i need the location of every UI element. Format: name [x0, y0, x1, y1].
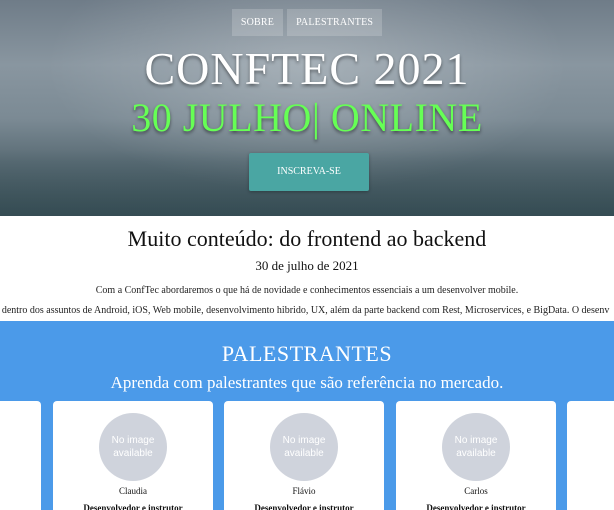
avatar-placeholder-icon: No image available — [99, 413, 167, 481]
intro-paragraph: Com a ConfTec abordaremos o que há de no… — [95, 285, 519, 296]
speaker-name: Flávio — [292, 486, 316, 496]
speakers-subtitle: Aprenda com palestrantes que são referên… — [110, 373, 504, 392]
hero-banner: SOBRE PALESTRANTES CONFTEC 2021 30 JULHO… — [0, 0, 614, 216]
register-button[interactable]: INSCREVA-SE — [249, 153, 369, 191]
speaker-card-partial-left — [0, 401, 41, 510]
intro-date: 30 de julho de 2021 — [255, 258, 359, 273]
speaker-role: Desenvolvedor e instrutor — [83, 503, 183, 510]
intro-paragraph-overflow: r dentro dos assuntos de Android, iOS, W… — [0, 305, 610, 316]
speaker-name: Claudia — [119, 486, 147, 496]
intro-title: Muito conteúdo: do frontend ao backend — [127, 226, 487, 251]
nav-palestrantes[interactable]: PALESTRANTES — [287, 9, 383, 36]
speaker-card: No image available Carlos Desenvolvedor … — [396, 401, 556, 510]
speaker-role: Desenvolvedor e instrutor — [254, 503, 354, 510]
top-nav: SOBRE PALESTRANTES — [0, 9, 614, 36]
hero-subtitle: 30 JULHO| ONLINE — [131, 95, 483, 140]
speaker-card-partial-right — [567, 401, 614, 510]
speaker-name: Carlos — [464, 486, 488, 496]
speaker-role: Desenvolvedor e instrutor — [426, 503, 526, 510]
hero-title: CONFTEC 2021 — [144, 43, 470, 94]
speakers-title: PALESTRANTES — [221, 341, 393, 366]
avatar-placeholder-icon: No image available — [442, 413, 510, 481]
nav-sobre[interactable]: SOBRE — [231, 9, 284, 36]
speakers-section: PALESTRANTES Aprenda com palestrantes qu… — [0, 321, 614, 510]
speaker-card: No image available Flávio Desenvolvedor … — [224, 401, 384, 510]
speaker-card: No image available Claudia Desenvolvedor… — [53, 401, 213, 510]
avatar-placeholder-icon: No image available — [270, 413, 338, 481]
